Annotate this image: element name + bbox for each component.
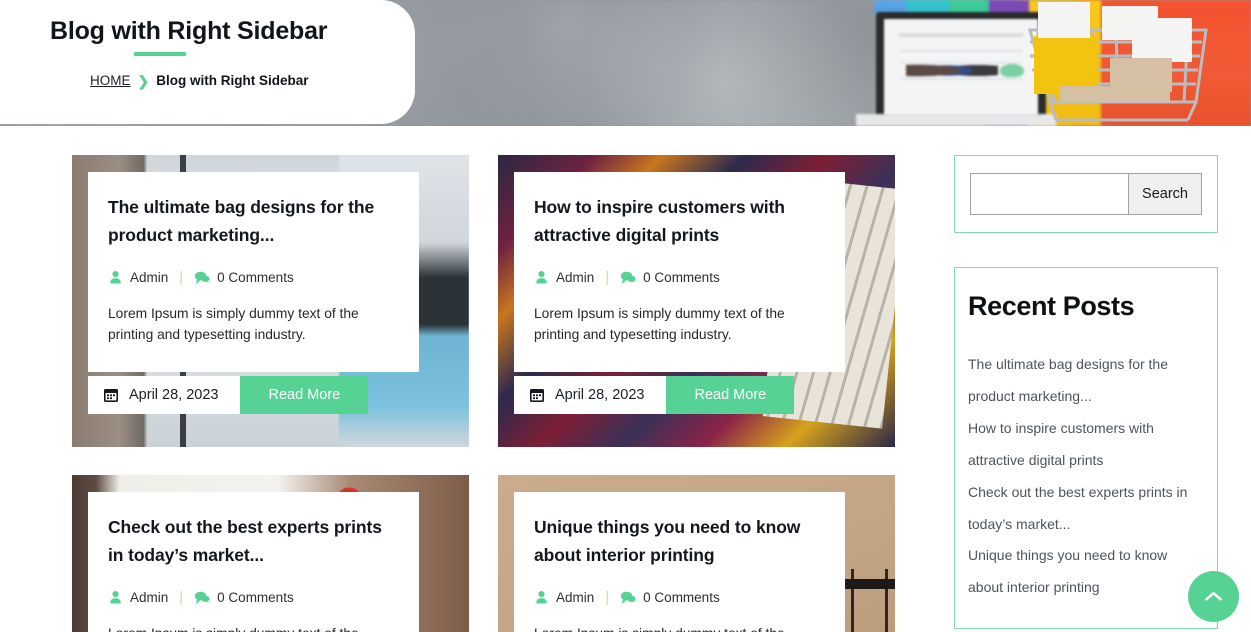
search-input[interactable] — [970, 173, 1129, 215]
comment-icon — [620, 270, 636, 285]
post-meta: Admin | 0 Comments — [534, 589, 825, 606]
comment-icon — [194, 270, 210, 285]
user-icon — [108, 270, 123, 285]
main-content: The ultimate bag designs for the product… — [0, 126, 1251, 632]
post-comment-count: 0 Comments — [643, 269, 720, 285]
post-date-text: April 28, 2023 — [555, 387, 645, 403]
recent-post-link[interactable]: Check out the best experts prints in tod… — [968, 477, 1204, 541]
chevron-up-icon — [1204, 590, 1223, 603]
banner-title-card: Blog with Right Sidebar HOME ❯ Blog with… — [0, 0, 415, 124]
post-author: Admin — [108, 270, 168, 285]
banner-screen-thumbnails — [905, 59, 998, 82]
banner-photo-shopping — [848, 0, 1251, 126]
read-more-button[interactable]: Read More — [240, 376, 369, 414]
post-excerpt: Lorem Ipsum is simply dummy text of the … — [108, 623, 399, 632]
chevron-right-icon: ❯ — [137, 72, 150, 89]
post-comments: 0 Comments — [194, 590, 294, 605]
post-comments: 0 Comments — [620, 270, 720, 285]
post-footer: April 28, 2023 Read More — [514, 376, 795, 414]
post-date: April 28, 2023 — [514, 376, 667, 414]
recent-posts-widget: Recent Posts The ultimate bag designs fo… — [954, 267, 1218, 630]
meta-separator: | — [605, 588, 610, 606]
post-title[interactable]: Unique things you need to know about int… — [534, 513, 825, 570]
search-form: Search — [970, 173, 1202, 215]
post-comment-count: 0 Comments — [217, 269, 294, 285]
meta-separator: | — [179, 268, 184, 286]
search-button[interactable]: Search — [1128, 173, 1202, 215]
read-more-button[interactable]: Read More — [666, 376, 795, 414]
post-author-name: Admin — [130, 589, 169, 605]
recent-posts-list: The ultimate bag designs for the product… — [968, 349, 1204, 604]
post-grid: The ultimate bag designs for the product… — [72, 155, 932, 632]
calendar-icon — [103, 387, 119, 403]
post-title[interactable]: The ultimate bag designs for the product… — [108, 193, 399, 250]
post-title[interactable]: How to inspire customers with attractive… — [534, 193, 825, 250]
post-author: Admin — [108, 590, 168, 605]
post-date: April 28, 2023 — [88, 376, 241, 414]
comment-icon — [194, 590, 210, 605]
post-date-text: April 28, 2023 — [129, 387, 219, 403]
post-card[interactable]: The ultimate bag designs for the product… — [72, 155, 469, 447]
page-title: Blog with Right Sidebar — [50, 17, 328, 45]
meta-separator: | — [179, 588, 184, 606]
recent-post-link[interactable]: Unique things you need to know about int… — [968, 540, 1204, 604]
post-author-name: Admin — [556, 589, 595, 605]
post-meta: Admin | 0 Comments — [108, 589, 399, 606]
post-excerpt: Lorem Ipsum is simply dummy text of the … — [108, 305, 359, 343]
post-author-name: Admin — [556, 269, 595, 285]
shopping-cart-icon — [1020, 2, 1220, 126]
post-title[interactable]: Check out the best experts prints in tod… — [108, 513, 399, 570]
user-icon — [534, 270, 549, 285]
post-meta: Admin | 0 Comments — [108, 269, 399, 286]
post-excerpt: Lorem Ipsum is simply dummy text of the … — [534, 623, 825, 632]
post-card[interactable]: Unique things you need to know about int… — [498, 475, 895, 632]
page-banner: Blog with Right Sidebar HOME ❯ Blog with… — [0, 0, 1251, 126]
post-comment-count: 0 Comments — [217, 589, 294, 605]
list-item: Check out the best experts prints in tod… — [968, 477, 1204, 541]
post-meta: Admin | 0 Comments — [534, 269, 825, 286]
user-icon — [534, 590, 549, 605]
list-item: Unique things you need to know about int… — [968, 540, 1204, 604]
post-excerpt: Lorem Ipsum is simply dummy text of the … — [534, 305, 785, 343]
title-underline — [134, 52, 186, 56]
banner-laptop-screen — [884, 19, 1038, 116]
breadcrumb-home-link[interactable]: HOME — [90, 73, 131, 88]
list-item: The ultimate bag designs for the product… — [968, 349, 1204, 413]
sidebar: Search Recent Posts The ultimate bag des… — [954, 155, 1218, 632]
post-overlay: Unique things you need to know about int… — [514, 492, 845, 632]
scroll-to-top-button[interactable] — [1188, 571, 1239, 622]
post-card[interactable]: Check out the best experts prints in tod… — [72, 475, 469, 632]
calendar-icon — [529, 387, 545, 403]
meta-separator: | — [605, 268, 610, 286]
recent-posts-title: Recent Posts — [968, 291, 1135, 321]
comment-icon — [620, 590, 636, 605]
post-overlay: Check out the best experts prints in tod… — [88, 492, 419, 632]
post-comment-count: 0 Comments — [643, 589, 720, 605]
post-overlay: How to inspire customers with attractive… — [514, 172, 845, 373]
list-item: How to inspire customers with attractive… — [968, 413, 1204, 477]
search-widget: Search — [954, 155, 1218, 233]
post-comments: 0 Comments — [194, 270, 294, 285]
breadcrumb-current: Blog with Right Sidebar — [156, 73, 309, 88]
post-overlay: The ultimate bag designs for the product… — [88, 172, 419, 373]
user-icon — [108, 590, 123, 605]
post-author: Admin — [534, 590, 594, 605]
recent-post-link[interactable]: The ultimate bag designs for the product… — [968, 349, 1204, 413]
post-footer: April 28, 2023 Read More — [88, 376, 369, 414]
post-card[interactable]: How to inspire customers with attractive… — [498, 155, 895, 447]
post-author: Admin — [534, 270, 594, 285]
post-comments: 0 Comments — [620, 590, 720, 605]
breadcrumb: HOME ❯ Blog with Right Sidebar — [90, 73, 415, 88]
post-author-name: Admin — [130, 269, 169, 285]
recent-post-link[interactable]: How to inspire customers with attractive… — [968, 413, 1204, 477]
